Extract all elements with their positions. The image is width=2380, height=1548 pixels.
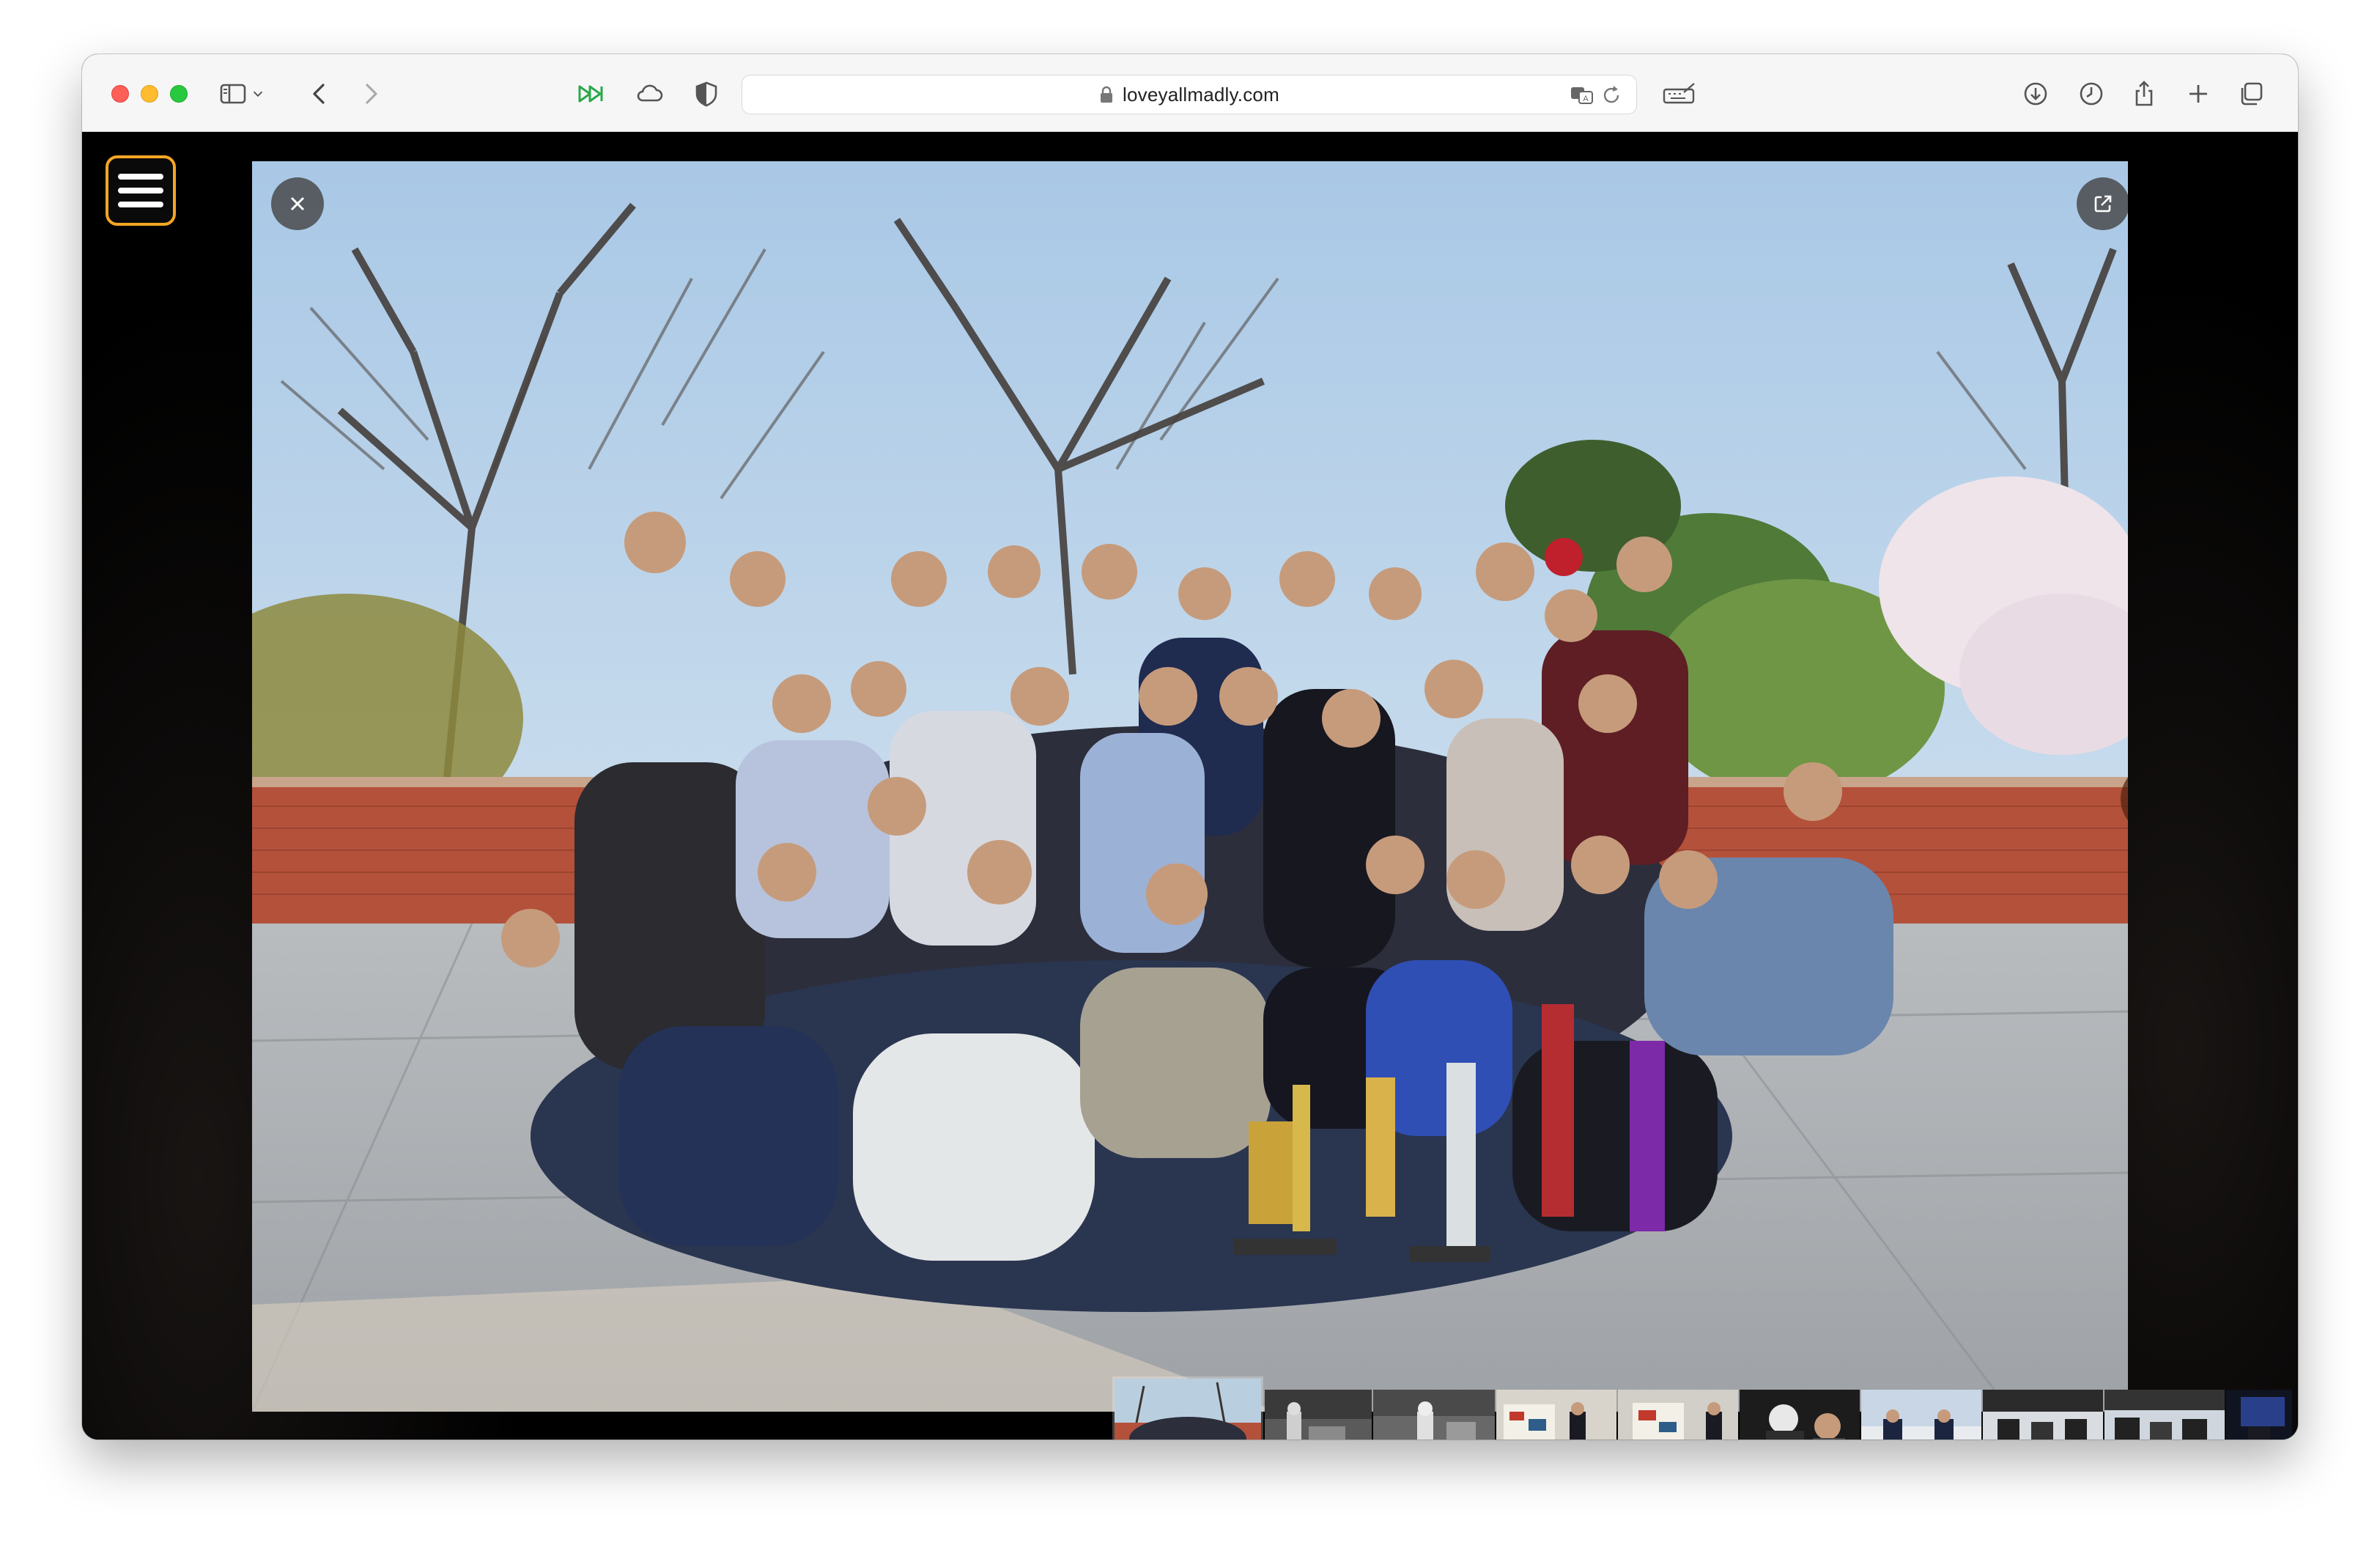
forward-arrow-icon[interactable] <box>353 76 388 111</box>
plus-icon[interactable] <box>2181 76 2216 111</box>
cloud-icon[interactable] <box>632 76 667 111</box>
thumbnail-2[interactable] <box>1265 1390 1372 1440</box>
minimize-window-button[interactable] <box>141 85 158 103</box>
back-arrow-icon[interactable] <box>302 76 337 111</box>
thumbnail-10[interactable] <box>2226 1390 2292 1440</box>
browser-window: loveyallmadly.com A <box>82 54 2298 1440</box>
page-content <box>82 132 2298 1440</box>
thumbnail-6[interactable] <box>1740 1390 1860 1440</box>
fast-forward-icon[interactable] <box>573 76 608 111</box>
keyboard-icon[interactable] <box>1658 76 1701 111</box>
svg-text:A: A <box>1583 95 1589 103</box>
address-bar[interactable]: loveyallmadly.com A <box>742 75 1637 114</box>
close-lightbox-button[interactable] <box>271 177 324 230</box>
thumbnail-5[interactable] <box>1618 1390 1738 1440</box>
lightbox-photo <box>252 161 2128 1412</box>
thumbnail-9[interactable] <box>2104 1390 2225 1440</box>
shield-icon[interactable] <box>689 76 724 111</box>
sidebar-icon[interactable] <box>215 76 251 111</box>
chevron-down-icon[interactable] <box>248 76 268 111</box>
download-circle-icon[interactable] <box>2018 76 2053 111</box>
hamburger-menu-button[interactable] <box>106 155 176 226</box>
external-link-icon <box>2094 195 2112 213</box>
open-external-button[interactable] <box>2077 177 2128 230</box>
reload-icon[interactable] <box>1598 82 1625 108</box>
hamburger-menu-icon <box>118 174 163 180</box>
group-photo-image <box>252 161 2128 1412</box>
thumbnail-strip <box>1112 1371 2298 1440</box>
translate-icon[interactable]: A <box>1569 82 1595 108</box>
lock-icon <box>1099 86 1114 103</box>
thumbnail-3[interactable] <box>1373 1390 1495 1440</box>
clock-icon[interactable] <box>2074 76 2109 111</box>
thumbnail-8[interactable] <box>1983 1390 2103 1440</box>
close-window-button[interactable] <box>111 85 129 103</box>
thumbnail-1[interactable] <box>1112 1376 1263 1440</box>
url-text: loveyallmadly.com <box>1123 83 1279 106</box>
thumbnail-7[interactable] <box>1861 1390 1981 1440</box>
close-icon <box>290 196 305 211</box>
tabs-icon[interactable] <box>2233 76 2269 111</box>
browser-toolbar: loveyallmadly.com A <box>82 54 2298 132</box>
share-icon[interactable] <box>2126 76 2162 111</box>
thumbnail-4[interactable] <box>1496 1390 1616 1440</box>
zoom-window-button[interactable] <box>170 85 188 103</box>
